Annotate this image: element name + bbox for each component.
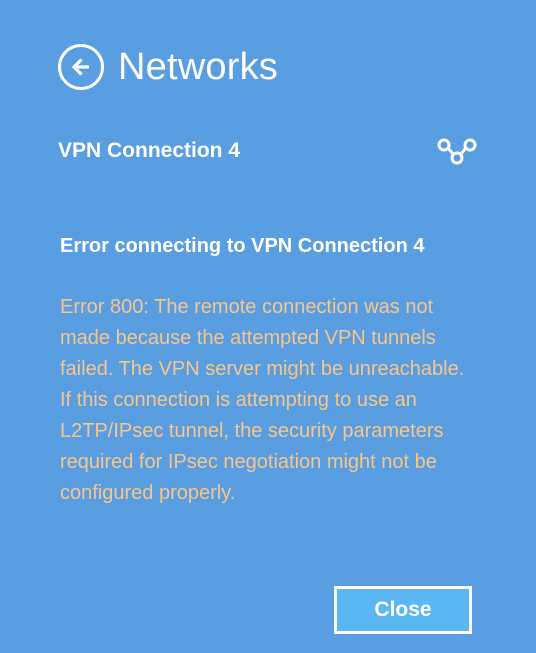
network-item-vpn-connection-4[interactable]: VPN Connection 4 (58, 136, 478, 166)
back-button[interactable] (58, 44, 104, 90)
close-button[interactable]: Close (334, 586, 472, 634)
network-name: VPN Connection 4 (58, 139, 241, 162)
page-title: Networks (118, 46, 278, 88)
back-arrow-icon (71, 58, 89, 76)
error-message: Error 800: The remote connection was not… (60, 296, 465, 504)
vpn-key-icon (436, 137, 478, 165)
error-title: Error connecting to VPN Connection 4 (60, 235, 425, 257)
panel-header: Networks (58, 44, 278, 90)
networks-flyout-panel: Networks VPN Connection 4 Error connecti… (0, 0, 536, 653)
